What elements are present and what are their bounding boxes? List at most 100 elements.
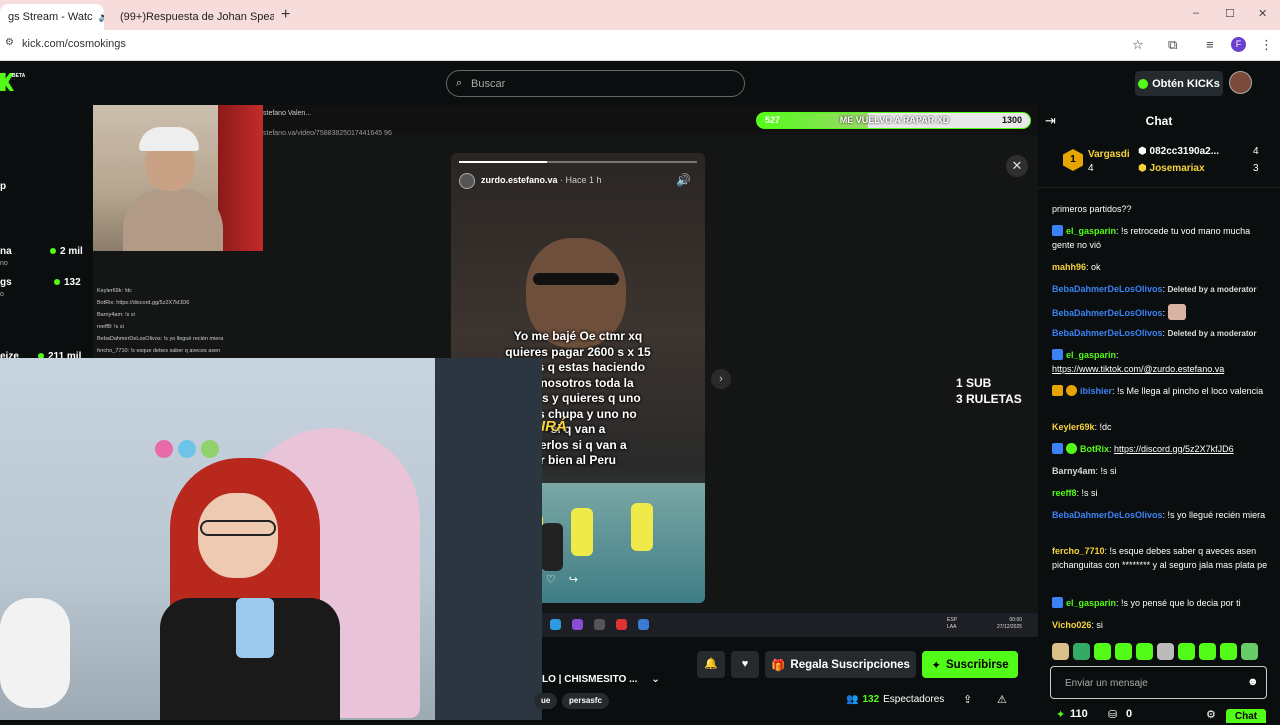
chat-message: BotRix: https://discord.gg/5z2X7kfJD6 [1052,442,1268,456]
sub-goal-title: ME VUELVO A RAPAR XD [839,115,950,125]
captured-chat-line: Barny4am: !s si [97,312,135,318]
emote-icon[interactable] [1115,643,1132,660]
captured-chat-line: BebaDahmerDeLosOlivos: !s yo llegué reci… [97,336,224,342]
chat-message: Keyler69k: !dc [1052,422,1112,432]
get-kicks-button[interactable]: Obtén KICKs [1135,71,1223,96]
emote-icon[interactable] [1220,643,1237,660]
sub-goal-target: 1300 [1001,115,1022,125]
notifications-button[interactable]: 🔔 [697,651,725,678]
category-tag[interactable]: ue [534,693,558,709]
chat-panel: ⇥ Chat 1 Vargasdi 4 ⬢ 082cc3190a2... 4 ⬢… [1038,105,1280,723]
chat-username[interactable]: BebaDahmerDeLosOlivos [1052,510,1163,520]
chat-username[interactable]: el_gasparin [1066,226,1116,236]
sidebar-item-label[interactable]: gs [0,277,12,288]
chat-username[interactable]: Barny4am [1052,466,1096,476]
chevron-down-icon[interactable]: ⌄ [651,674,659,685]
maximize-button[interactable]: ☐ [1225,7,1235,20]
gift-subs-button[interactable]: 🎁 Regala Suscripciones [765,651,916,678]
sidebar-item-label[interactable]: na [0,246,12,257]
badge-icon [1052,443,1063,454]
emote-icon[interactable] [1178,643,1195,660]
emote-icon[interactable] [1094,643,1111,660]
captured-chat-line: reeff8: !s si [97,324,124,330]
story-progress-fill [459,161,548,163]
streamer-cap [139,127,199,151]
chat-username[interactable]: fercho_7710 [1052,546,1105,556]
search-bar: ⌕ [446,70,745,97]
badge-icon [1052,597,1063,608]
chat-settings-icon[interactable]: ⚙ [1206,708,1216,721]
chat-username[interactable]: Keyler69k [1052,422,1095,432]
category-tag[interactable]: persasfc [562,693,609,709]
chat-username[interactable]: BotRix [1080,444,1109,454]
chat-username[interactable]: Vicho026 [1052,620,1091,630]
search-icon: ⌕ [456,77,463,89]
bookmark-star-icon[interactable]: ☆ [1132,37,1144,53]
minimize-button[interactable]: – [1193,7,1199,19]
emoji-icon[interactable]: ☻ [1247,676,1259,688]
chat-input[interactable] [1065,676,1235,690]
story-username: zurdo.estefano.va · Hace 1 h [481,175,602,185]
emote-icon[interactable] [1073,643,1090,660]
chat-message: fercho_7710: !s esque debes saber q avec… [1052,546,1268,570]
emote-icon[interactable] [1241,643,1258,660]
menu-kebab-icon[interactable]: ⋮ [1260,37,1273,53]
subscribe-button[interactable]: ✦ Suscribirse [922,651,1018,678]
emote-icon[interactable] [1157,643,1174,660]
chat-username[interactable]: ibishier [1080,386,1112,396]
chat-username[interactable]: el_gasparin [1066,598,1116,608]
media-control-icon[interactable]: ≡ [1206,37,1214,52]
site-settings-icon[interactable]: ⚙ [5,37,14,48]
sidebar-item-sub: no [0,260,8,267]
plush-toy [0,598,70,708]
chat-username[interactable]: BebaDahmerDeLosOlivos [1052,308,1163,318]
sidebar-item-viewers: 132 [54,277,81,288]
extensions-icon[interactable]: ⧉ [1168,37,1177,53]
rank-badge: 1 [1063,149,1083,171]
close-window-button[interactable]: ✕ [1258,7,1267,20]
points-balance[interactable]: 0 [1126,708,1132,720]
kicks-balance[interactable]: 110 [1070,708,1088,720]
search-input[interactable] [471,75,731,93]
player-figure [571,508,593,556]
gift-leaderboard: 1 Vargasdi 4 ⬢ 082cc3190a2... 4 ⬢ Josema… [1038,140,1280,188]
speaker-icon[interactable]: 🔊 [99,12,104,23]
user-avatar[interactable] [1229,71,1252,94]
chat-title: Chat [1145,114,1173,128]
chat-message: el_gasparin: https://www.tiktok.com/@zurd… [1052,349,1225,374]
kicks-icon [1138,78,1149,89]
streamer-facecam [93,105,263,251]
report-icon[interactable]: ⚠ [997,693,1007,706]
captured-chat-line: fercho_7710: !s esque debes saber q avec… [97,348,221,354]
profile-avatar[interactable]: F [1231,37,1246,52]
taskbar-clock: 00:00 27/12/2025 [997,617,1023,630]
tab-label: gs Stream - Watc [8,11,93,23]
share-icon[interactable]: ⇪ [963,693,972,706]
chat-username[interactable]: BebaDahmerDeLosOlivos [1052,284,1163,294]
leader-name[interactable]: ⬢ 082cc3190a2... [1138,146,1219,157]
chat-username[interactable]: el_gasparin [1066,350,1116,360]
chat-send-button[interactable]: Chat [1226,709,1266,723]
chat-username[interactable]: BebaDahmerDeLosOlivos [1052,328,1163,338]
emote-icon[interactable] [1052,643,1069,660]
chat-username[interactable]: mahh96 [1052,262,1086,272]
url-field[interactable]: kick.com/cosmokings [22,38,126,50]
chat-link[interactable]: https://www.tiktok.com/@zurdo.estefano.v… [1052,364,1224,374]
chat-message: reeff8: !s si [1052,488,1098,498]
browser-tab[interactable]: (99+)Respuesta de Johan Speal ✕ [106,4,274,30]
emote-icon[interactable] [1136,643,1153,660]
emote-icon[interactable] [1199,643,1216,660]
leader-name[interactable]: Vargasdi [1088,149,1130,160]
browser-tab-active[interactable]: gs Stream - Watc 🔊 ✕ [0,4,104,30]
badge-icon [1052,385,1063,396]
follow-button[interactable]: ♥ [731,651,759,678]
edge-icon [550,619,561,630]
sidebar-item-label[interactable]: p [0,181,6,192]
chat-username[interactable]: reeff8 [1052,488,1077,498]
captured-taskbar: ESP LAA 00:00 27/12/2025 [542,613,1038,637]
streamer-glasses [200,520,276,536]
captured-chat-line: BotRix: https://discord.gg/5z2X7kfJD6 [97,300,190,306]
leader-name[interactable]: ⬢ Josemariax [1138,163,1205,174]
new-tab-button[interactable]: + [281,6,290,24]
chat-link[interactable]: https://discord.gg/5z2X7kfJD6 [1114,444,1234,454]
